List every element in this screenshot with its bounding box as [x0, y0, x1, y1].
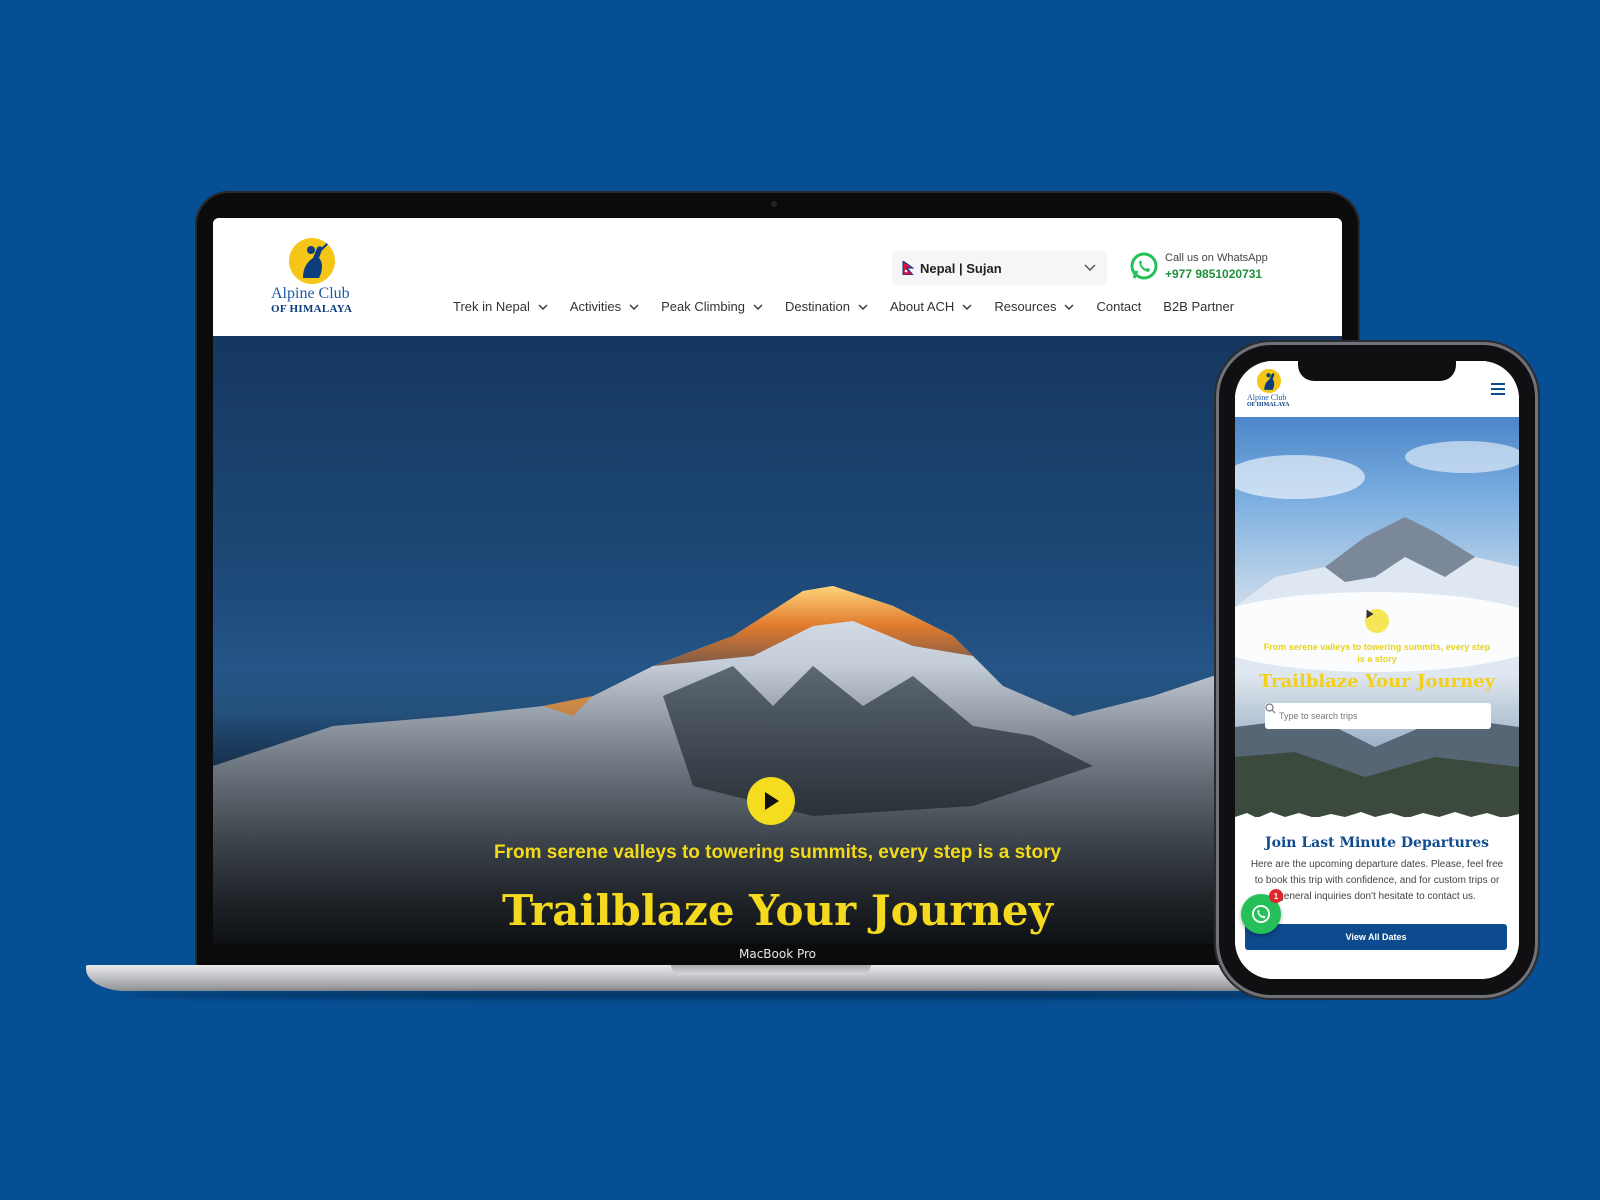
phone-notch: [1298, 361, 1456, 381]
mobile-logo[interactable]: Alpine Club OF HIMALAYA: [1247, 369, 1299, 408]
nav-item-about-ach[interactable]: About ACH: [890, 299, 972, 314]
chevron-down-icon: [962, 304, 972, 310]
mobile-play-button[interactable]: [1365, 609, 1389, 633]
nepal-flag-icon: [902, 261, 914, 275]
nav-item-resources[interactable]: Resources: [994, 299, 1074, 314]
laptop-model-label: MacBook Pro: [738, 947, 817, 961]
notification-badge: 1: [1269, 889, 1283, 903]
nav-label: About ACH: [890, 299, 955, 314]
site-header: Alpine Club OF HIMALAYA Nepal | Sujan Ca…: [213, 218, 1342, 336]
whatsapp-phone[interactable]: +977 9851020731: [1165, 267, 1268, 281]
phone-device: Alpine Club OF HIMALAYA From serene vall…: [1219, 345, 1535, 995]
play-video-button[interactable]: [747, 777, 795, 825]
nav-item-activities[interactable]: Activities: [570, 299, 639, 314]
nav-item-b2b-partner[interactable]: B2B Partner: [1163, 299, 1234, 314]
logo-subtitle: OF HIMALAYA: [1247, 402, 1290, 408]
climber-logo-icon: [1257, 369, 1281, 393]
logo-title: Alpine Club: [1247, 393, 1287, 402]
nav-item-contact[interactable]: Contact: [1096, 299, 1141, 314]
play-icon: [765, 792, 779, 810]
mobile-hero-title: Trailblaze Your Journey: [1258, 671, 1496, 692]
nav-label: Activities: [569, 299, 622, 314]
laptop-screen: Alpine Club OF HIMALAYA Nepal | Sujan Ca…: [213, 218, 1342, 944]
chevron-down-icon: [858, 304, 868, 310]
nav-label: B2B Partner: [1163, 299, 1235, 314]
whatsapp-contact[interactable]: Call us on WhatsApp +977 9851020731: [1129, 251, 1268, 281]
chevron-down-icon: [1084, 264, 1096, 272]
mobile-search-input[interactable]: [1279, 711, 1459, 721]
hamburger-menu-icon[interactable]: [1491, 383, 1505, 395]
whatsapp-icon: [1130, 252, 1158, 280]
chevron-down-icon: [1064, 304, 1074, 310]
chevron-down-icon: [538, 304, 548, 310]
laptop-shadow: [120, 991, 1400, 999]
whatsapp-label: Call us on WhatsApp: [1165, 251, 1268, 264]
view-all-dates-button[interactable]: View All Dates: [1245, 924, 1507, 950]
nav-label: Resources: [994, 299, 1057, 314]
logo-title: Alpine Club: [271, 285, 350, 302]
nav-item-destination[interactable]: Destination: [785, 299, 868, 314]
phone-screen: Alpine Club OF HIMALAYA From serene vall…: [1235, 361, 1519, 979]
chevron-down-icon: [753, 304, 763, 310]
mobile-search-box[interactable]: [1265, 703, 1491, 729]
laptop-device: Alpine Club OF HIMALAYA Nepal | Sujan Ca…: [195, 191, 1360, 969]
chevron-down-icon: [629, 304, 639, 310]
logo-subtitle: OF HIMALAYA: [271, 303, 353, 315]
main-nav: Trek in Nepal Activities Peak Climbing D…: [453, 299, 1256, 314]
hero-section: From serene valleys to towering summits,…: [213, 336, 1342, 944]
climber-logo-icon: [289, 238, 335, 284]
whatsapp-icon: [1252, 905, 1270, 923]
search-icon: [1265, 703, 1276, 714]
mobile-hero-subtitle: From serene valleys to towering summits,…: [1263, 642, 1491, 664]
nav-item-peak-climbing[interactable]: Peak Climbing: [661, 299, 763, 314]
nav-label: Destination: [784, 299, 850, 314]
nav-item-trek-in-nepal[interactable]: Trek in Nepal: [453, 299, 548, 314]
play-icon: [1366, 609, 1374, 619]
departures-title: Join Last Minute Departures: [1265, 835, 1489, 851]
laptop-notch: [671, 965, 871, 975]
locale-select[interactable]: Nepal | Sujan: [892, 251, 1107, 285]
nav-label: Trek in Nepal: [453, 299, 530, 314]
nav-label: Contact: [1096, 299, 1142, 314]
hero-subtitle: From serene valleys to towering summits,…: [493, 842, 1062, 863]
locale-value: Nepal | Sujan: [920, 260, 1002, 276]
mobile-hero: From serene valleys to towering summits,…: [1235, 417, 1519, 817]
camera-dot: [771, 201, 777, 207]
hero-title: Trailblaze Your Journey: [501, 886, 1054, 935]
nav-label: Peak Climbing: [661, 299, 745, 314]
site-logo[interactable]: Alpine Club OF HIMALAYA: [271, 238, 371, 315]
departures-text: Here are the upcoming departure dates. P…: [1250, 859, 1504, 902]
